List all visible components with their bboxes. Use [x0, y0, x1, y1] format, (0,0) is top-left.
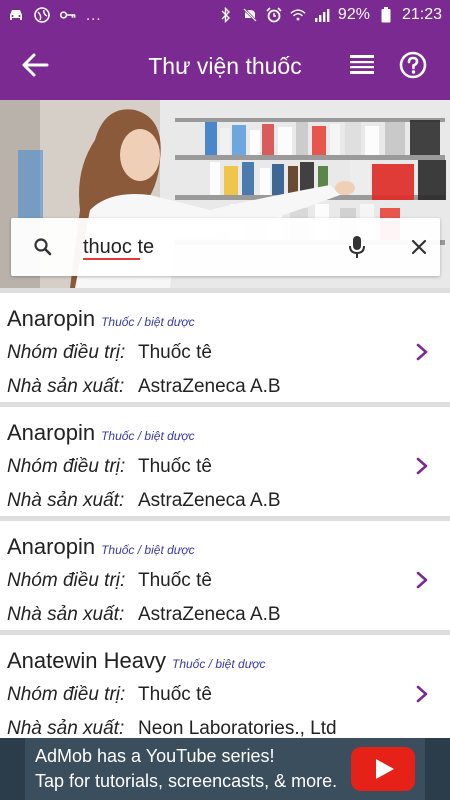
ad-subtext: Tap for tutorials, screencasts, & more.: [35, 771, 338, 791]
drug-result-list: Anaropin Thuốc / biệt dược Nhóm điều trị:…: [0, 288, 450, 744]
drug-name: Anaropin: [7, 534, 96, 559]
status-overflow-text: ...: [86, 6, 102, 24]
manufacturer-label: Nhà sản xuất:: [7, 490, 125, 511]
drug-type-label: Thuốc / biệt dược: [101, 543, 195, 557]
status-time: 21:23: [401, 6, 442, 23]
mic-icon[interactable]: [348, 235, 366, 259]
drug-type-label: Thuốc / biệt dược: [101, 315, 195, 329]
drug-name: Anatewin Heavy: [7, 648, 166, 673]
key-icon: [60, 7, 76, 23]
drug-name-line: Anatewin Heavy Thuốc / biệt dược: [7, 648, 266, 674]
treatment-group-value: Thuốc tê: [138, 342, 212, 363]
manufacturer-value: AstraZeneca A.B: [138, 490, 281, 511]
list-item[interactable]: Anatewin Heavy Thuốc / biệt dược Nhóm điề…: [0, 635, 450, 744]
drug-name: Anaropin: [7, 306, 96, 331]
treatment-group-label: Nhóm điều trị:: [7, 570, 126, 591]
list-item[interactable]: Anaropin Thuốc / biệt dược Nhóm điều trị:…: [0, 293, 450, 402]
status-bar: ... 92% 21:23: [0, 0, 450, 30]
manufacturer-value: Neon Laboratories., Ltd: [138, 718, 337, 739]
back-button[interactable]: [20, 51, 50, 79]
ad-headline: AdMob has a YouTube series!: [35, 746, 275, 766]
treatment-group-value: Thuốc tê: [138, 684, 212, 705]
list-view-icon: [350, 55, 374, 74]
help-button[interactable]: [398, 50, 428, 80]
search-box: [11, 218, 440, 276]
search-icon: [34, 238, 52, 256]
battery-percent: 92%: [337, 6, 370, 23]
status-left-icons: ...: [8, 7, 102, 24]
status-right-icons: 92% 21:23: [218, 6, 442, 24]
close-icon[interactable]: [411, 239, 427, 255]
treatment-group-label: Nhóm điều trị:: [7, 342, 126, 363]
chevron-right-icon: [416, 457, 428, 475]
manufacturer-value: AstraZeneca A.B: [138, 604, 281, 625]
drug-name-line: Anaropin Thuốc / biệt dược: [7, 534, 195, 560]
battery-icon: [378, 7, 394, 23]
treatment-group-value: Thuốc tê: [138, 456, 212, 477]
chevron-right-icon: [416, 343, 428, 361]
help-circle-icon: [399, 51, 427, 79]
chevron-right-icon: [416, 685, 428, 703]
list-item[interactable]: Anaropin Thuốc / biệt dược Nhóm điều trị:…: [0, 407, 450, 516]
wifi-icon: [290, 7, 306, 23]
drug-type-label: Thuốc / biệt dược: [171, 657, 266, 671]
chevron-right-icon: [416, 571, 428, 589]
mute-icon: [242, 7, 258, 23]
youtube-play-icon[interactable]: [350, 746, 416, 792]
treatment-group-value: Thuốc tê: [138, 570, 212, 591]
alarm-icon: [266, 7, 282, 23]
globe-icon: [34, 7, 50, 23]
car-icon: [8, 7, 24, 23]
manufacturer-label: Nhà sản xuất:: [7, 604, 125, 625]
ad-banner[interactable]: AdMob has a YouTube series! Tap for tuto…: [0, 738, 450, 800]
manufacturer-label: Nhà sản xuất:: [7, 718, 125, 739]
signal-icon: [314, 7, 330, 23]
treatment-group-label: Nhóm điều trị:: [7, 456, 126, 477]
manufacturer-value: AstraZeneca A.B: [138, 376, 281, 397]
manufacturer-label: Nhà sản xuất:: [7, 376, 125, 397]
drug-name: Anaropin: [7, 420, 96, 445]
treatment-group-label: Nhóm điều trị:: [7, 684, 126, 705]
drug-name-line: Anaropin Thuốc / biệt dược: [7, 420, 195, 446]
drug-name-line: Anaropin Thuốc / biệt dược: [7, 306, 195, 332]
arrow-left-icon: [22, 53, 49, 77]
bluetooth-icon: [218, 7, 234, 23]
app-bar: Thư viện thuốc: [0, 30, 450, 100]
list-item[interactable]: Anaropin Thuốc / biệt dược Nhóm điều trị:…: [0, 521, 450, 630]
list-view-button[interactable]: [348, 52, 376, 78]
spellcheck-underline: [83, 258, 140, 260]
drug-type-label: Thuốc / biệt dược: [101, 429, 195, 443]
page-title: Thư viện thuốc: [148, 53, 302, 79]
